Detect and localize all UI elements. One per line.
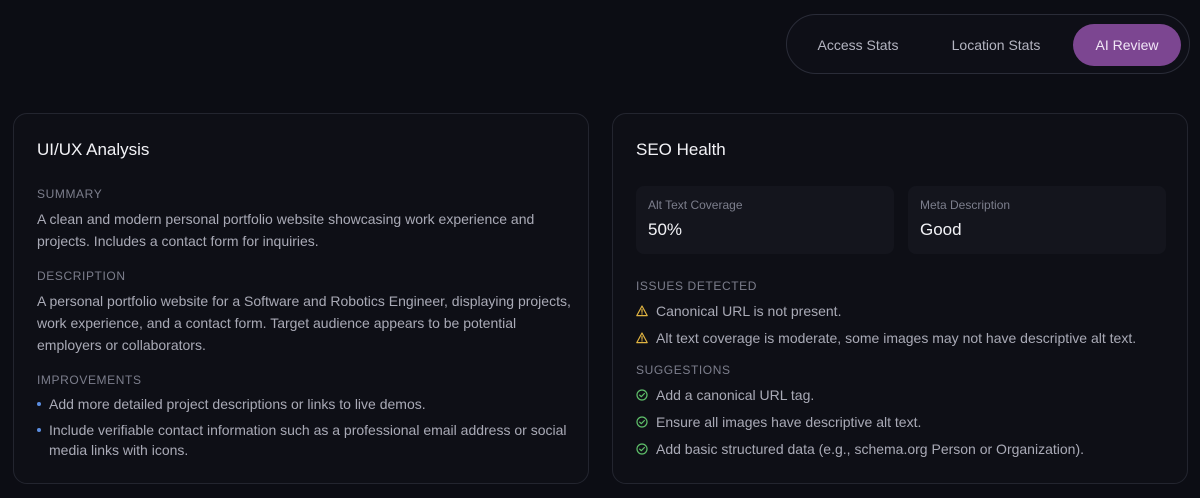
- issues-list: Canonical URL is not present. Alt text c…: [636, 301, 1176, 355]
- uiux-card-title: UI/UX Analysis: [37, 140, 150, 159]
- alt-text-coverage-metric: Alt Text Coverage 50%: [636, 186, 894, 254]
- list-item: Add a canonical URL tag.: [636, 385, 1176, 405]
- suggestion-text: Ensure all images have descriptive alt t…: [656, 414, 922, 430]
- improvement-text: Add more detailed project descriptions o…: [49, 396, 426, 412]
- check-circle-icon: [636, 443, 648, 455]
- check-circle-icon: [636, 389, 648, 401]
- seo-health-card: SEO Health Alt Text Coverage 50% Meta De…: [612, 113, 1188, 484]
- suggestions-list: Add a canonical URL tag. Ensure all imag…: [636, 385, 1176, 466]
- suggestion-text: Add basic structured data (e.g., schema.…: [656, 441, 1084, 457]
- seo-card-title: SEO Health: [636, 140, 726, 159]
- tab-location-stats[interactable]: Location Stats: [939, 24, 1053, 66]
- improvements-list: Add more detailed project descriptions o…: [37, 394, 577, 466]
- description-label: DESCRIPTION: [37, 269, 126, 283]
- tab-ai-review[interactable]: AI Review: [1073, 24, 1181, 66]
- issues-label: ISSUES DETECTED: [636, 279, 758, 293]
- list-item: Include verifiable contact information s…: [37, 420, 577, 460]
- metric-value: Good: [920, 220, 962, 239]
- description-text: A personal portfolio website for a Softw…: [37, 293, 571, 353]
- issue-text: Alt text coverage is moderate, some imag…: [656, 330, 1137, 346]
- list-item: Alt text coverage is moderate, some imag…: [636, 328, 1176, 348]
- check-circle-icon: [636, 416, 648, 428]
- summary-text: A clean and modern personal portfolio we…: [37, 211, 535, 249]
- list-item: Add basic structured data (e.g., schema.…: [636, 439, 1176, 459]
- metric-label: Meta Description: [920, 198, 1011, 212]
- improvement-text: Include verifiable contact information s…: [49, 422, 567, 458]
- tab-access-stats[interactable]: Access Stats: [803, 24, 913, 66]
- issue-text: Canonical URL is not present.: [656, 303, 842, 319]
- warning-icon: [636, 332, 648, 344]
- list-item: Ensure all images have descriptive alt t…: [636, 412, 1176, 432]
- meta-description-metric: Meta Description Good: [908, 186, 1166, 254]
- improvements-label: IMPROVEMENTS: [37, 373, 142, 387]
- warning-icon: [636, 305, 648, 317]
- bullet-dot-icon: [37, 402, 41, 406]
- summary-label: SUMMARY: [37, 187, 103, 201]
- view-tabs: Access Stats Location Stats AI Review: [786, 14, 1190, 74]
- uiux-analysis-card: UI/UX Analysis SUMMARY A clean and moder…: [13, 113, 589, 484]
- suggestion-text: Add a canonical URL tag.: [656, 387, 815, 403]
- list-item: Add more detailed project descriptions o…: [37, 394, 577, 414]
- bullet-dot-icon: [37, 428, 41, 432]
- list-item: Canonical URL is not present.: [636, 301, 1176, 321]
- metric-value: 50%: [648, 220, 683, 239]
- metric-label: Alt Text Coverage: [648, 198, 743, 212]
- suggestions-label: SUGGESTIONS: [636, 363, 731, 377]
